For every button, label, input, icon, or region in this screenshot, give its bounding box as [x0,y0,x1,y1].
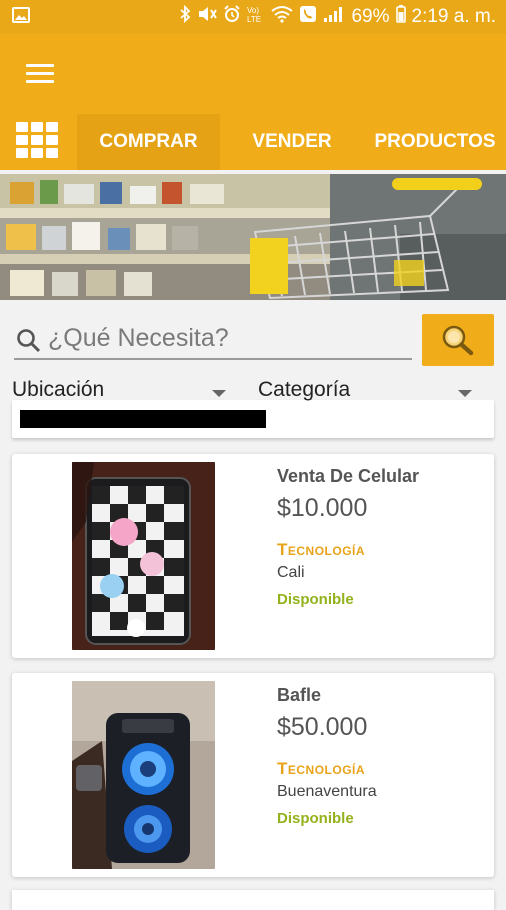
category-label: Categoría [258,378,351,401]
product-card[interactable]: Bafle $50.000 Tecnología Buenaventura Di… [12,673,494,877]
alarm-icon [223,5,241,29]
tab-comprar[interactable]: COMPRAR [77,114,220,170]
redacted-bar [20,410,266,428]
tab-productos[interactable]: PRODUCTOS [364,114,506,170]
product-category: Tecnología [277,540,366,559]
product-status: Disponible [277,591,354,608]
product-image [72,462,215,650]
tab-vender[interactable]: VENDER [236,114,348,170]
category-dropdown[interactable]: Categoría [258,378,494,412]
product-category: Tecnología [277,759,366,778]
location-dropdown[interactable]: Ubicación [12,378,238,412]
supermarket-banner [0,174,506,300]
call-icon [299,5,317,29]
volte-icon: Vo) LTE [247,5,265,29]
tab-bar: COMPRAR VENDER PRODUCTOS [0,114,506,170]
mute-icon [197,5,218,29]
app-bar [0,34,506,114]
signal-icon [323,5,345,29]
svg-text:LTE: LTE [247,15,261,23]
clock: 2:19 a. m. [411,6,497,27]
location-label: Ubicación [12,378,105,401]
image-notification-icon [12,7,30,28]
product-image [72,681,215,869]
status-bar: Vo) LTE 69% 2:19 a. m. [0,0,506,34]
product-city: Buenaventura [277,783,377,800]
wifi-icon [271,5,294,29]
product-card-peek[interactable] [12,890,494,910]
search-button-icon [442,325,474,356]
search-button[interactable] [422,314,494,366]
battery-percent: 69% [351,6,390,27]
chevron-down-icon [212,390,226,397]
grid-menu-icon[interactable] [16,122,60,162]
product-status: Disponible [277,810,354,827]
chevron-down-icon [458,390,472,397]
filters: Ubicación Categoría [12,378,494,412]
product-title: Bafle [277,685,322,705]
product-price: $10.000 [277,494,368,522]
menu-icon[interactable] [26,64,54,84]
battery-icon [395,5,406,29]
product-price: $50.000 [277,713,368,741]
search-row: ¿Qué Necesita? [12,314,494,366]
search-placeholder: ¿Qué Necesita? [48,324,229,352]
product-card[interactable]: Venta De Celular $10.000 Tecnología Cali… [12,454,494,658]
product-title: Venta De Celular [277,466,420,486]
search-input[interactable]: ¿Qué Necesita? [14,320,412,360]
product-city: Cali [277,564,305,581]
search-icon [16,328,42,359]
bluetooth-icon [179,4,191,29]
svg-text:Vo): Vo) [247,6,259,15]
